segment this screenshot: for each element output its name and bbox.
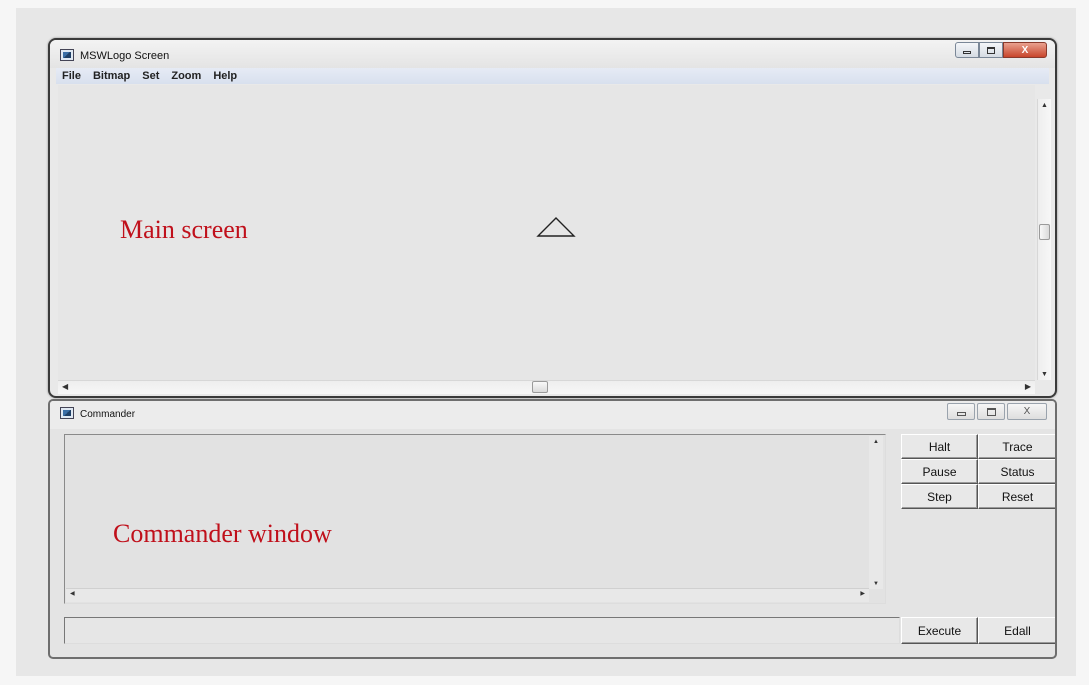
main-window-controls: X — [955, 42, 1047, 58]
maximize-icon — [987, 46, 995, 54]
commander-window-controls: X — [945, 403, 1047, 420]
maximize-button[interactable] — [979, 42, 1003, 58]
command-history-box[interactable]: Commander window ▲ ▼ ◀ ▶ — [64, 434, 886, 604]
vertical-scroll-thumb[interactable] — [1039, 224, 1050, 240]
menu-file[interactable]: File — [62, 70, 81, 82]
turtle-icon — [536, 217, 576, 237]
main-window-title: MSWLogo Screen — [80, 50, 170, 62]
scroll-right-icon[interactable]: ▶ — [860, 590, 865, 597]
close-button[interactable]: X — [1003, 42, 1047, 58]
commander-window-annotation: Commander window — [113, 519, 332, 548]
history-horizontal-scrollbar[interactable]: ◀ ▶ — [66, 588, 869, 602]
horizontal-scroll-thumb[interactable] — [532, 381, 548, 393]
scroll-up-icon[interactable]: ▲ — [869, 439, 883, 445]
status-button[interactable]: Status — [978, 459, 1055, 484]
minimize-icon — [963, 51, 971, 54]
menu-zoom[interactable]: Zoom — [171, 70, 201, 82]
drawing-canvas[interactable]: Main screen — [58, 85, 1035, 380]
app-icon — [60, 49, 74, 61]
close-icon: X — [1021, 44, 1029, 56]
commander-button-grid: Halt Trace Pause Status Step Reset — [901, 434, 1055, 509]
mswlogo-screen-window: MSWLogo Screen X File Bitmap Set Zoom He… — [48, 38, 1057, 398]
commander-maximize-button[interactable] — [977, 403, 1005, 420]
scroll-down-icon[interactable]: ▼ — [869, 581, 883, 587]
halt-button[interactable]: Halt — [901, 434, 978, 459]
commander-title: Commander — [80, 409, 136, 420]
scroll-up-icon[interactable]: ▲ — [1038, 102, 1051, 109]
menu-set[interactable]: Set — [142, 70, 159, 82]
main-titlebar[interactable]: MSWLogo Screen X — [50, 40, 1055, 68]
minimize-button[interactable] — [955, 42, 979, 58]
reset-button[interactable]: Reset — [978, 484, 1055, 509]
history-vertical-scrollbar[interactable]: ▲ ▼ — [869, 436, 883, 589]
pause-button[interactable]: Pause — [901, 459, 978, 484]
menu-help[interactable]: Help — [213, 70, 237, 82]
command-input[interactable] — [64, 617, 900, 644]
commander-close-button[interactable]: X — [1007, 403, 1047, 420]
scroll-left-icon[interactable]: ◀ — [70, 590, 75, 597]
main-horizontal-scrollbar[interactable]: ◀ ▶ — [58, 380, 1035, 394]
maximize-icon — [986, 407, 996, 416]
scroll-right-icon[interactable]: ▶ — [1025, 382, 1031, 391]
commander-minimize-button[interactable] — [947, 403, 975, 420]
minimize-icon — [956, 411, 966, 416]
edall-button[interactable]: Edall — [978, 617, 1055, 644]
main-vertical-scrollbar[interactable]: ▲ ▼ — [1037, 99, 1051, 380]
commander-app-icon — [60, 407, 74, 419]
commander-titlebar[interactable]: Commander X — [50, 401, 1055, 429]
execute-button[interactable]: Execute — [901, 617, 978, 644]
trace-button[interactable]: Trace — [978, 434, 1055, 459]
close-icon: X — [1023, 406, 1031, 417]
scroll-down-icon[interactable]: ▼ — [1038, 371, 1051, 378]
menu-bitmap[interactable]: Bitmap — [93, 70, 130, 82]
step-button[interactable]: Step — [901, 484, 978, 509]
menubar: File Bitmap Set Zoom Help — [56, 68, 1049, 84]
scroll-left-icon[interactable]: ◀ — [62, 382, 68, 391]
main-screen-annotation: Main screen — [120, 215, 248, 244]
commander-window: Commander X Commander window ▲ ▼ ◀ ▶ Hal… — [48, 399, 1057, 659]
